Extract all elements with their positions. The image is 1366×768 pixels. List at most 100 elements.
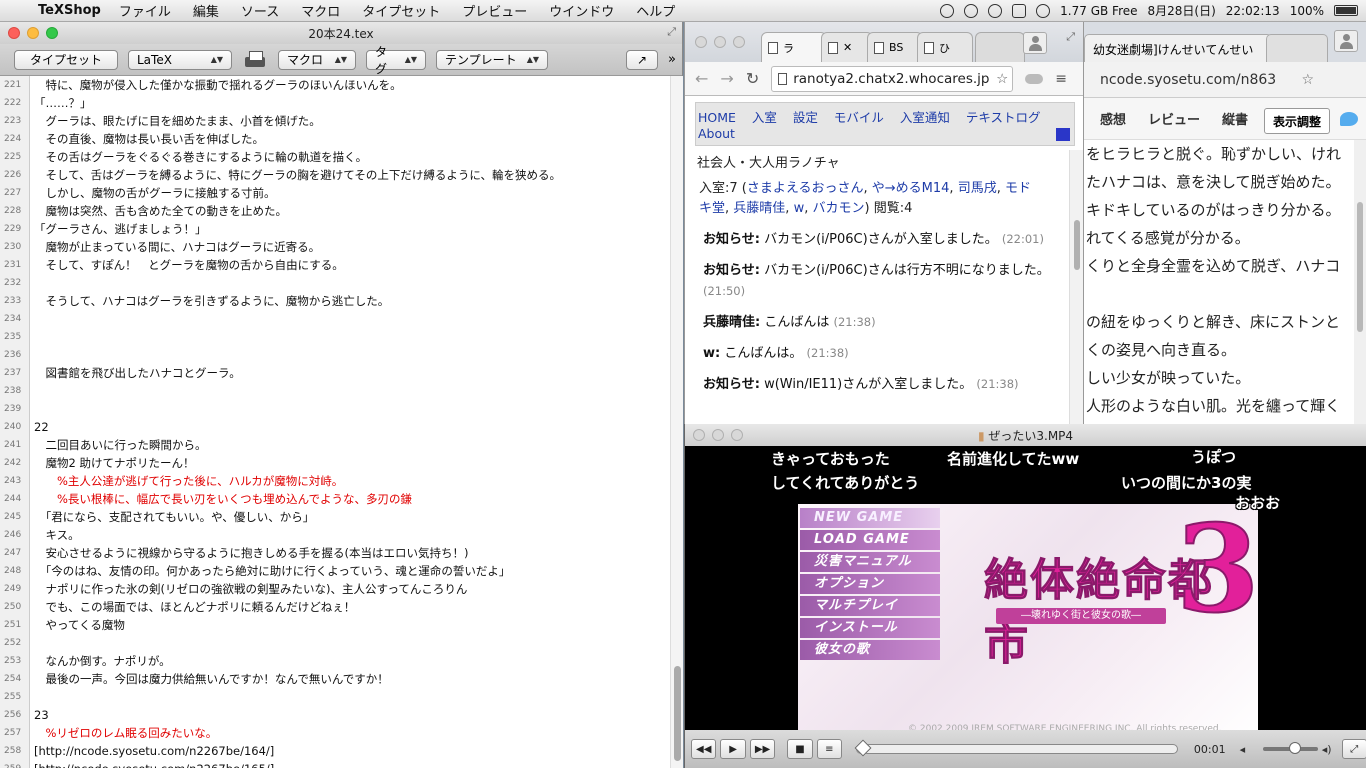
member-link[interactable]: 司馬戌 bbox=[958, 181, 997, 196]
star-icon[interactable]: ☆ bbox=[996, 71, 1008, 87]
source-line[interactable]: 魔物が止まっている間に、ハナコはグーラに近寄る。 bbox=[34, 238, 670, 256]
member-link[interactable]: さまよえるおっさん bbox=[747, 181, 864, 196]
printer-icon[interactable] bbox=[242, 49, 268, 71]
source-line[interactable]: グーラは、眼たげに目を細めたまま、小首を傾げた。 bbox=[34, 112, 670, 130]
time-machine-icon[interactable] bbox=[964, 3, 979, 18]
source-line[interactable]: 22 bbox=[34, 418, 670, 436]
stop-button[interactable]: ■ bbox=[787, 739, 813, 759]
new-tab-button[interactable] bbox=[975, 32, 1025, 62]
tab-novel[interactable]: 幼女迷劇場]けんせいてんせい bbox=[1084, 34, 1272, 62]
tab-3[interactable]: BS bbox=[867, 32, 923, 62]
menu-help[interactable]: ヘルプ bbox=[636, 1, 675, 20]
battery-icon[interactable] bbox=[1334, 5, 1358, 16]
nav-mobile[interactable]: モバイル bbox=[834, 110, 884, 125]
message-author[interactable]: お知らせ: bbox=[703, 232, 760, 247]
source-line[interactable]: そして、舌はグーラを縛るように、特にグーラの胸を避けてその上下だけ縛るように、輪… bbox=[34, 166, 670, 184]
source-line[interactable]: ナポリに作った氷の剣(リゼロの強欲戦の剣聖みたいな)、主人公すってんころりん bbox=[34, 580, 670, 598]
clock-status[interactable]: 22:02:13 bbox=[1226, 4, 1280, 18]
page-info-icon[interactable] bbox=[778, 72, 788, 85]
source-line[interactable]: そうして、ハナコはグーラを引きずるように、魔物から逃亡した。 bbox=[34, 292, 670, 310]
nav-home[interactable]: HOME bbox=[698, 110, 736, 125]
tab-2[interactable]: ✕ bbox=[821, 32, 873, 62]
zoom-button[interactable] bbox=[46, 27, 58, 39]
memory-status[interactable]: 1.77 GB Free bbox=[1060, 4, 1137, 18]
app-menu[interactable]: TeXShop bbox=[38, 3, 101, 18]
close-button[interactable] bbox=[693, 429, 705, 441]
fast-forward-button[interactable]: ▶▶ bbox=[749, 739, 776, 759]
nav-textlog[interactable]: テキストログ bbox=[966, 110, 1041, 125]
source-line[interactable]: 23 bbox=[34, 706, 670, 724]
tag-select[interactable]: タグ ▲▼ bbox=[366, 45, 426, 76]
message-author[interactable]: お知らせ: bbox=[703, 263, 760, 278]
page-scrollbar[interactable] bbox=[1354, 140, 1366, 440]
volume-knob[interactable] bbox=[1289, 742, 1302, 754]
menu-edit[interactable]: 編集 bbox=[193, 1, 219, 20]
scrollbar-thumb[interactable] bbox=[1357, 202, 1363, 332]
profile-icon[interactable] bbox=[1334, 30, 1358, 52]
source-line[interactable]: なんか倒す。ナポリが。 bbox=[34, 652, 670, 670]
forward-arrow-icon[interactable]: → bbox=[720, 69, 733, 88]
nav-notify[interactable]: 入室通知 bbox=[900, 110, 950, 125]
menu-preview[interactable]: プレビュー bbox=[462, 1, 527, 20]
source-line[interactable]: 「今のはね、友情の印。何かあったら絶対に助けに行くよっていう、魂と運命の誓いだよ… bbox=[34, 562, 670, 580]
display-adjust-button[interactable]: 表示調整 bbox=[1263, 108, 1330, 134]
star-icon[interactable]: ☆ bbox=[1301, 72, 1314, 88]
source-line[interactable]: 魔物2 助けてナポリたーん！ bbox=[34, 454, 670, 472]
source-line[interactable]: しかし、魔物の舌がグーラに接触する寸前。 bbox=[34, 184, 670, 202]
menu-source[interactable]: ソース bbox=[241, 1, 279, 20]
nav-settings[interactable]: 設定 bbox=[793, 110, 818, 125]
tab-close-icon[interactable]: ✕ bbox=[843, 41, 852, 54]
source-text[interactable]: 特に、魔物が侵入した僅かな振動で揺れるグーラのほいんほいんを。 「……？」 グーラ… bbox=[30, 76, 670, 768]
source-line[interactable] bbox=[34, 634, 670, 652]
scrollbar-thumb[interactable] bbox=[674, 666, 681, 761]
chrome-menu-icon[interactable]: ≡ bbox=[1055, 71, 1067, 87]
battery-percent[interactable]: 100% bbox=[1290, 4, 1324, 18]
date-status[interactable]: 8月28日(日) bbox=[1148, 2, 1216, 19]
source-line[interactable]: 「グーラさん、逃げましょう！」 bbox=[34, 220, 670, 238]
tab-blank[interactable] bbox=[1266, 34, 1328, 62]
page-scrollbar[interactable] bbox=[1069, 150, 1083, 424]
fullscreen-icon[interactable]: ⤢ bbox=[667, 25, 676, 39]
twitter-icon[interactable] bbox=[1340, 112, 1358, 126]
source-line[interactable]: [http://ncode.syosetu.com/n2267be/165/] bbox=[34, 760, 670, 768]
color-swatch[interactable] bbox=[1056, 128, 1070, 141]
source-line[interactable]: その直後、魔物は長い長い舌を伸ばした。 bbox=[34, 130, 670, 148]
back-arrow-icon[interactable]: ← bbox=[695, 69, 708, 88]
engine-select[interactable]: LaTeX ▲▼ bbox=[128, 49, 232, 70]
menu-macro[interactable]: マクロ bbox=[301, 1, 340, 20]
close-button[interactable] bbox=[8, 27, 20, 39]
member-link[interactable]: バカモン bbox=[812, 201, 864, 216]
reload-icon[interactable]: ↻ bbox=[746, 69, 759, 88]
member-link[interactable]: 兵藤晴佳 bbox=[733, 201, 785, 216]
zoom-button[interactable] bbox=[731, 429, 743, 441]
sync-icon[interactable] bbox=[988, 3, 1003, 18]
template-select[interactable]: テンプレート ▲▼ bbox=[436, 49, 548, 70]
source-line[interactable] bbox=[34, 400, 670, 418]
message-author[interactable]: お知らせ: bbox=[703, 377, 760, 392]
moon-icon[interactable] bbox=[940, 3, 955, 18]
source-line[interactable]: 二回目あいに行った瞬間から。 bbox=[34, 436, 670, 454]
player-titlebar[interactable]: ▮ ぜったい3.MP4 bbox=[685, 424, 1366, 446]
message-author[interactable]: w: bbox=[703, 346, 720, 361]
macro-select[interactable]: マクロ ▲▼ bbox=[278, 49, 356, 70]
profile-icon[interactable] bbox=[1023, 32, 1047, 54]
editor-scrollbar[interactable] bbox=[670, 76, 683, 768]
source-line[interactable]: 魔物は突然、舌も含めた全ての動きを止めた。 bbox=[34, 202, 670, 220]
nav-vertical[interactable]: 縦書 bbox=[1222, 109, 1248, 128]
menu-file[interactable]: ファイル bbox=[119, 1, 171, 20]
zoom-button[interactable] bbox=[733, 36, 745, 48]
source-line[interactable]: やってくる魔物 bbox=[34, 616, 670, 634]
seek-knob[interactable] bbox=[854, 739, 872, 757]
source-line[interactable]: キス。 bbox=[34, 526, 670, 544]
source-line[interactable] bbox=[34, 382, 670, 400]
nav-reviews[interactable]: レビュー bbox=[1148, 109, 1200, 128]
comment-line[interactable]: %リゼロのレム眠る回みたいな。 bbox=[34, 724, 670, 742]
share-button[interactable]: ↗ bbox=[626, 49, 659, 70]
source-line[interactable] bbox=[34, 346, 670, 364]
source-line[interactable]: 「……？」 bbox=[34, 94, 670, 112]
playlist-button[interactable]: ≡ bbox=[816, 739, 843, 759]
wifi-icon[interactable] bbox=[1036, 3, 1051, 18]
menu-typeset[interactable]: タイプセット bbox=[362, 1, 440, 20]
member-link[interactable]: w bbox=[794, 201, 805, 216]
address-bar[interactable]: ncode.syosetu.com/n863 ☆ bbox=[1040, 62, 1366, 98]
